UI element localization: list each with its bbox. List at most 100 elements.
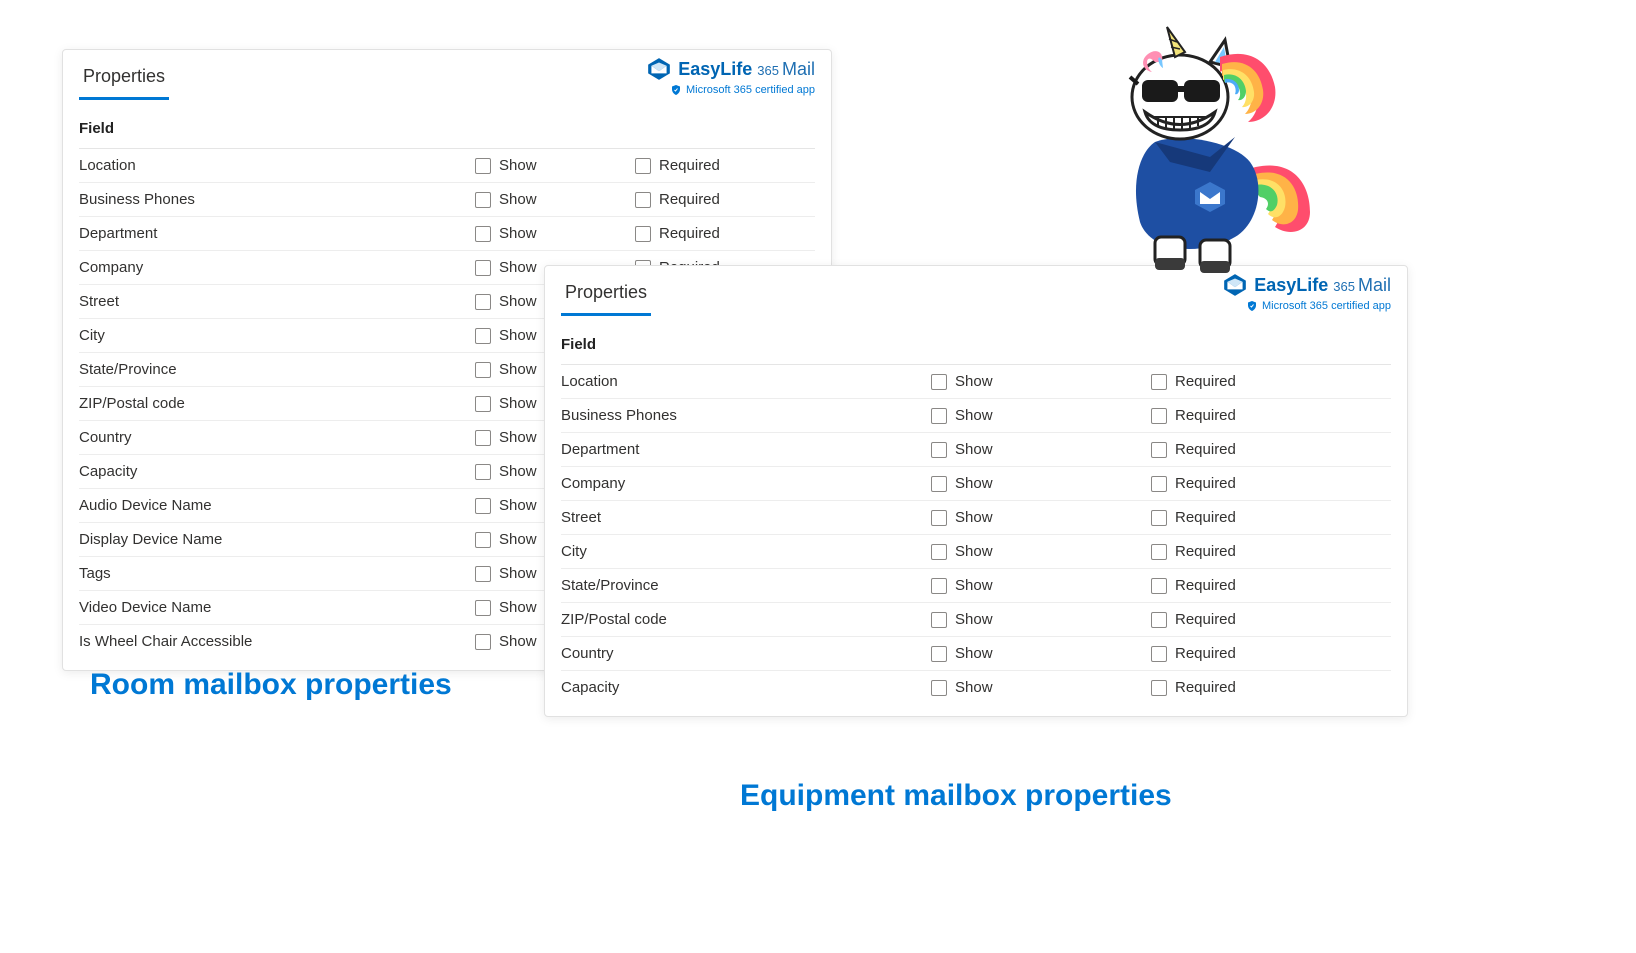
field-label: Audio Device Name (79, 497, 475, 514)
show-label: Show (955, 645, 993, 662)
field-label: Company (561, 475, 931, 492)
show-checkbox[interactable] (475, 498, 491, 514)
show-checkbox[interactable] (475, 192, 491, 208)
show-label: Show (499, 293, 537, 310)
required-label: Required (1175, 475, 1236, 492)
field-label: State/Province (79, 361, 475, 378)
table-row: Location Show Required (561, 365, 1391, 399)
show-label: Show (499, 225, 537, 242)
show-label: Show (955, 373, 993, 390)
show-label: Show (499, 633, 537, 650)
field-label: Country (561, 645, 931, 662)
show-checkbox[interactable] (931, 578, 947, 594)
show-checkbox[interactable] (931, 544, 947, 560)
show-label: Show (499, 327, 537, 344)
required-label: Required (1175, 577, 1236, 594)
required-checkbox[interactable] (1151, 442, 1167, 458)
show-checkbox[interactable] (475, 464, 491, 480)
table-header: Field (79, 110, 815, 149)
field-label: Location (79, 157, 475, 174)
required-checkbox[interactable] (635, 226, 651, 242)
brand-365: 365 (1333, 279, 1355, 294)
show-checkbox[interactable] (931, 680, 947, 696)
header-field-label: Field (79, 120, 114, 137)
table-row: CapacityShowRequired (561, 671, 1391, 704)
tab-properties[interactable]: Properties (79, 60, 169, 100)
show-label: Show (955, 543, 993, 560)
required-checkbox[interactable] (1151, 578, 1167, 594)
table-row: State/Province Show Required (561, 569, 1391, 603)
show-checkbox[interactable] (475, 260, 491, 276)
required-label: Required (1175, 543, 1236, 560)
brand-block: EasyLife 365 Mail Microsoft 365 certifie… (646, 56, 815, 96)
required-checkbox[interactable] (1151, 680, 1167, 696)
show-checkbox[interactable] (931, 646, 947, 662)
table-row: CompanyShowRequired (561, 467, 1391, 501)
show-checkbox[interactable] (475, 294, 491, 310)
tab-properties[interactable]: Properties (561, 276, 651, 316)
room-caption: Room mailbox properties (90, 668, 452, 702)
required-cell: Required (1151, 611, 1391, 628)
show-cell: Show (931, 645, 1151, 662)
show-checkbox[interactable] (931, 374, 947, 390)
required-label: Required (659, 191, 720, 208)
required-checkbox[interactable] (1151, 646, 1167, 662)
required-checkbox[interactable] (1151, 476, 1167, 492)
table-row: Department Show Required (79, 217, 815, 251)
table-header: Field (561, 326, 1391, 365)
field-label: Display Device Name (79, 531, 475, 548)
show-checkbox[interactable] (475, 158, 491, 174)
show-checkbox[interactable] (931, 510, 947, 526)
required-cell: Required (1151, 373, 1391, 390)
field-label: Location (561, 373, 931, 390)
unicorn-mascot-icon (1060, 22, 1320, 282)
table-row: Business PhonesShowRequired (561, 399, 1391, 433)
required-cell: Required (1151, 645, 1391, 662)
certified-badge: Microsoft 365 certified app (646, 84, 815, 96)
show-checkbox[interactable] (931, 408, 947, 424)
show-checkbox[interactable] (931, 612, 947, 628)
brand-mail: Mail (1358, 275, 1391, 296)
show-checkbox[interactable] (475, 362, 491, 378)
show-label: Show (499, 565, 537, 582)
show-label: Show (499, 497, 537, 514)
field-label: State/Province (561, 577, 931, 594)
required-cell: Required (1151, 577, 1391, 594)
field-label: Business Phones (79, 191, 475, 208)
show-checkbox[interactable] (475, 600, 491, 616)
required-checkbox[interactable] (1151, 612, 1167, 628)
field-label: Street (561, 509, 931, 526)
show-label: Show (955, 577, 993, 594)
show-cell: Show (931, 509, 1151, 526)
required-cell: Required (635, 225, 815, 242)
show-checkbox[interactable] (931, 442, 947, 458)
field-label: ZIP/Postal code (79, 395, 475, 412)
equipment-table: Field LocationShowRequiredBusiness Phone… (545, 316, 1407, 716)
show-checkbox[interactable] (475, 430, 491, 446)
show-label: Show (499, 599, 537, 616)
show-cell: Show (931, 679, 1151, 696)
required-cell: Required (1151, 441, 1391, 458)
required-checkbox[interactable] (1151, 374, 1167, 390)
field-label: City (79, 327, 475, 344)
required-checkbox[interactable] (635, 192, 651, 208)
show-label: Show (955, 509, 993, 526)
required-checkbox[interactable] (1151, 510, 1167, 526)
required-checkbox[interactable] (635, 158, 651, 174)
show-label: Show (499, 429, 537, 446)
field-label: ZIP/Postal code (561, 611, 931, 628)
show-checkbox[interactable] (475, 532, 491, 548)
show-label: Show (955, 611, 993, 628)
show-checkbox[interactable] (475, 328, 491, 344)
required-checkbox[interactable] (1151, 408, 1167, 424)
show-checkbox[interactable] (931, 476, 947, 492)
show-checkbox[interactable] (475, 566, 491, 582)
table-row: DepartmentShowRequired (561, 433, 1391, 467)
required-checkbox[interactable] (1151, 544, 1167, 560)
tab-bar: Properties EasyLife 365 Mail (63, 50, 831, 100)
show-checkbox[interactable] (475, 634, 491, 650)
show-checkbox[interactable] (475, 396, 491, 412)
field-label: Capacity (561, 679, 931, 696)
field-label: Department (79, 225, 475, 242)
show-checkbox[interactable] (475, 226, 491, 242)
